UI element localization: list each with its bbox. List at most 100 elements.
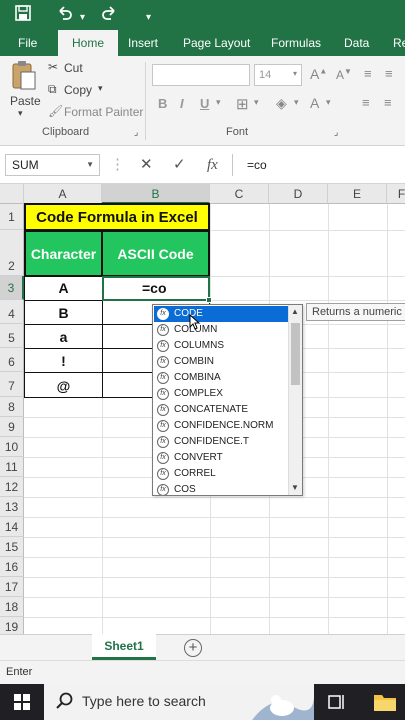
character-cell-a6[interactable]: ! <box>24 348 103 373</box>
column-header-c[interactable]: C <box>210 184 269 204</box>
font-size-box[interactable]: 14 ▾ <box>254 64 302 86</box>
row-header-17[interactable]: 17 <box>0 577 24 597</box>
font-color-dropdown-icon[interactable]: ▾ <box>326 97 331 108</box>
autocomplete-item[interactable]: fx COLUMNS <box>154 338 288 354</box>
font-color-icon[interactable]: A <box>310 95 319 111</box>
sheet-title-cell[interactable]: Code Formula in Excel <box>24 203 210 231</box>
row-header-2[interactable]: 2 <box>0 230 24 276</box>
row-header-4[interactable]: 4 <box>0 300 24 324</box>
tab-insert[interactable]: Insert <box>128 30 158 56</box>
character-cell-a7[interactable]: @ <box>24 372 103 398</box>
fill-handle[interactable] <box>206 297 212 303</box>
undo-icon[interactable] <box>56 4 74 29</box>
file-explorer-icon[interactable] <box>373 691 397 718</box>
font-name-box[interactable] <box>152 64 250 86</box>
row-header-19[interactable]: 19 <box>0 617 24 634</box>
tab-home[interactable]: Home <box>58 30 119 56</box>
row-header-7[interactable]: 7 <box>0 372 24 397</box>
autocomplete-scrollbar[interactable]: ▲ ▼ <box>288 305 302 495</box>
row-header-12[interactable]: 12 <box>0 477 24 497</box>
row-header-15[interactable]: 15 <box>0 537 24 557</box>
character-cell-a5[interactable]: a <box>24 324 103 349</box>
column-header-d[interactable]: D <box>269 184 328 204</box>
header-character-cell[interactable]: Character <box>24 230 103 277</box>
insert-function-icon[interactable]: fx <box>207 154 218 176</box>
autocomplete-item[interactable]: fx COLUMN <box>154 322 288 338</box>
tab-data[interactable]: Data <box>344 30 369 56</box>
align-top-icon[interactable]: ≡ <box>385 66 393 81</box>
row-header-14[interactable]: 14 <box>0 517 24 537</box>
font-size-dropdown-icon[interactable]: ▾ <box>293 69 297 78</box>
autocomplete-item[interactable]: fx CONFIDENCE.NORM <box>154 418 288 434</box>
copy-dropdown-icon[interactable]: ▾ <box>98 83 103 94</box>
redo-icon[interactable] <box>100 4 118 29</box>
row-header-18[interactable]: 18 <box>0 597 24 617</box>
autocomplete-item[interactable]: fx CORREL <box>154 466 288 482</box>
select-all-corner[interactable] <box>0 184 24 204</box>
autocomplete-item[interactable]: fx COMBIN <box>154 354 288 370</box>
column-header-f[interactable]: F <box>387 184 405 204</box>
tab-file[interactable]: File <box>18 30 37 56</box>
paste-button[interactable]: Paste <box>10 94 41 108</box>
bold-button[interactable]: B <box>158 96 167 111</box>
scroll-down-icon[interactable]: ▼ <box>291 483 299 492</box>
fill-color-dropdown-icon[interactable]: ▾ <box>294 97 299 108</box>
character-cell-a4[interactable]: B <box>24 300 103 325</box>
autocomplete-item[interactable]: fx CONFIDENCE.T <box>154 434 288 450</box>
formula-input[interactable]: =co <box>232 154 405 176</box>
windows-start-icon[interactable] <box>14 694 30 715</box>
italic-button[interactable]: I <box>180 96 184 111</box>
column-header-e[interactable]: E <box>328 184 387 204</box>
borders-dropdown-icon[interactable]: ▾ <box>254 97 259 108</box>
tab-review[interactable]: Re <box>393 30 405 56</box>
name-box-dropdown-icon[interactable]: ▼ <box>86 155 94 175</box>
row-header-1[interactable]: 1 <box>0 204 24 230</box>
autocomplete-item[interactable]: fx CODE <box>154 306 288 322</box>
save-icon[interactable] <box>14 4 32 29</box>
cancel-entry-icon[interactable]: ✕ <box>140 154 153 176</box>
row-header-16[interactable]: 16 <box>0 557 24 577</box>
align-left-icon[interactable]: ≡ <box>362 95 370 110</box>
undo-dropdown-icon[interactable]: ▾ <box>80 7 85 29</box>
underline-button[interactable]: U <box>200 96 209 111</box>
plus-circle-icon[interactable]: + <box>184 639 202 657</box>
column-header-b[interactable]: B <box>102 184 210 204</box>
name-box[interactable]: SUM ▼ <box>5 154 100 176</box>
clipboard-paste-icon[interactable] <box>10 60 38 95</box>
format-painter-button[interactable]: Format Painter <box>64 105 143 119</box>
autocomplete-item[interactable]: fx COS <box>154 482 288 495</box>
underline-dropdown-icon[interactable]: ▾ <box>216 97 221 108</box>
row-header-3[interactable]: 3 <box>0 276 24 300</box>
taskbar-search-box[interactable]: Type here to search <box>44 684 314 720</box>
paste-dropdown-icon[interactable]: ▾ <box>18 108 23 119</box>
row-header-10[interactable]: 10 <box>0 437 24 457</box>
row-header-11[interactable]: 11 <box>0 457 24 477</box>
row-header-9[interactable]: 9 <box>0 417 24 437</box>
header-ascii-cell[interactable]: ASCII Code <box>101 230 210 277</box>
borders-icon[interactable]: ⊞ <box>236 95 249 113</box>
column-header-a[interactable]: A <box>24 184 102 204</box>
row-header-5[interactable]: 5 <box>0 324 24 348</box>
character-cell-a3[interactable]: A <box>24 276 103 301</box>
font-launcher-icon[interactable]: ⌟ <box>334 127 338 138</box>
scroll-thumb[interactable] <box>291 323 300 385</box>
autocomplete-item[interactable]: fx CONVERT <box>154 450 288 466</box>
copy-button[interactable]: Copy <box>64 83 92 97</box>
tab-formulas[interactable]: Formulas <box>271 30 321 56</box>
row-header-13[interactable]: 13 <box>0 497 24 517</box>
sheet-tab-sheet1[interactable]: Sheet1 <box>92 634 156 660</box>
task-view-icon[interactable] <box>328 693 346 716</box>
align-center-icon[interactable]: ≡ <box>384 95 392 110</box>
scroll-up-icon[interactable]: ▲ <box>291 307 299 316</box>
autocomplete-item[interactable]: fx CONCATENATE <box>154 402 288 418</box>
decrease-font-icon[interactable]: A▼ <box>336 67 352 82</box>
row-header-6[interactable]: 6 <box>0 348 24 372</box>
wrap-align-icon[interactable]: ≡ <box>364 66 372 81</box>
autocomplete-item[interactable]: fx COMBINA <box>154 370 288 386</box>
clipboard-launcher-icon[interactable]: ⌟ <box>134 127 138 138</box>
increase-font-icon[interactable]: A▲ <box>310 66 327 82</box>
confirm-entry-icon[interactable]: ✓ <box>173 154 186 176</box>
formula-bar-handle-icon[interactable]: ⋮ <box>110 154 125 176</box>
cut-button[interactable]: Cut <box>64 61 83 75</box>
customize-qat-icon[interactable]: ▾ <box>146 7 151 29</box>
